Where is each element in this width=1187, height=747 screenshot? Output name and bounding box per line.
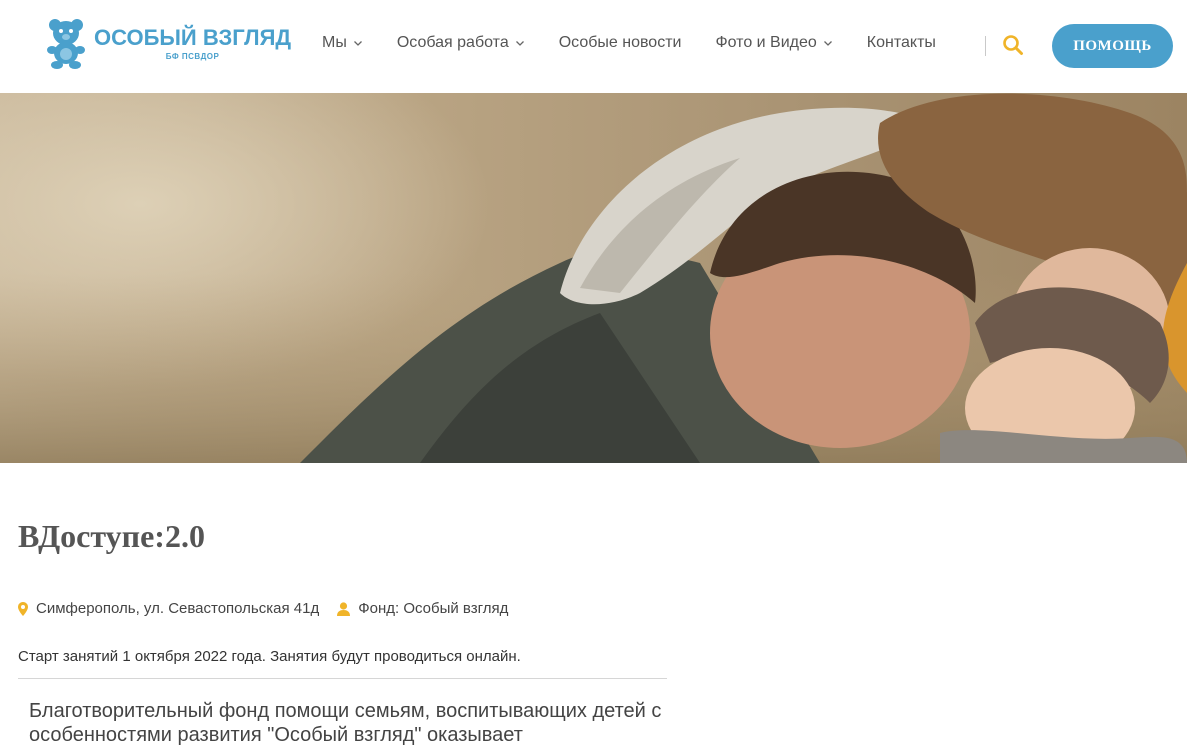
nav-item-label: Контакты	[866, 34, 936, 51]
nav-item-contacts[interactable]: Контакты	[867, 34, 936, 52]
search-icon[interactable]	[1002, 34, 1024, 56]
family-photo	[0, 93, 1187, 463]
event-meta: Симферополь, ул. Севастопольская 41д Фон…	[18, 600, 526, 617]
nav-item-about[interactable]: Мы	[322, 34, 363, 52]
teddy-bear-icon	[47, 19, 85, 69]
organizer-meta: Фонд: Особый взгляд	[337, 600, 508, 617]
nav-item-photo-video[interactable]: Фото и Видео	[715, 34, 832, 52]
help-button[interactable]: ПОМОЩЬ	[1052, 24, 1173, 68]
user-icon	[337, 601, 351, 616]
nav-divider	[985, 36, 986, 56]
nav-item-label: Фото и Видео	[715, 34, 817, 51]
page-title: ВДоступе:2.0	[18, 518, 205, 554]
chevron-down-icon	[823, 41, 832, 46]
divider	[18, 678, 667, 679]
organizer-text: Фонд: Особый взгляд	[358, 600, 509, 617]
nav-item-special-work[interactable]: Особая работа	[397, 34, 525, 52]
map-pin-icon	[18, 601, 28, 616]
site-logo[interactable]: ОСОБЫЙ ВЗГЛЯД БФ ПСВДОР	[46, 16, 291, 70]
location-meta: Симферополь, ул. Севастопольская 41д	[18, 600, 319, 617]
body-text: Благотворительный фонд помощи семьям, во…	[29, 700, 662, 746]
nav-item-label: Особые новости	[558, 34, 682, 51]
hero-image	[0, 93, 1187, 463]
chevron-down-icon	[353, 41, 362, 46]
nav-item-label: Особая работа	[396, 34, 509, 51]
nav-item-label: Мы	[322, 34, 347, 51]
main-nav: Мы Особая работа Особые новости Фото и В…	[322, 34, 970, 52]
chevron-down-icon	[515, 41, 524, 46]
site-header: ОСОБЫЙ ВЗГЛЯД БФ ПСВДОР Мы Особая работа…	[0, 0, 1187, 93]
event-description: Старт занятий 1 октября 2022 года. Занят…	[18, 648, 521, 665]
location-text: Симферополь, ул. Севастопольская 41д	[36, 600, 320, 617]
nav-item-news[interactable]: Особые новости	[559, 34, 682, 52]
logo-subtitle: БФ ПСВДОР	[165, 51, 220, 61]
logo-title: ОСОБЫЙ ВЗГЛЯД	[94, 24, 292, 50]
